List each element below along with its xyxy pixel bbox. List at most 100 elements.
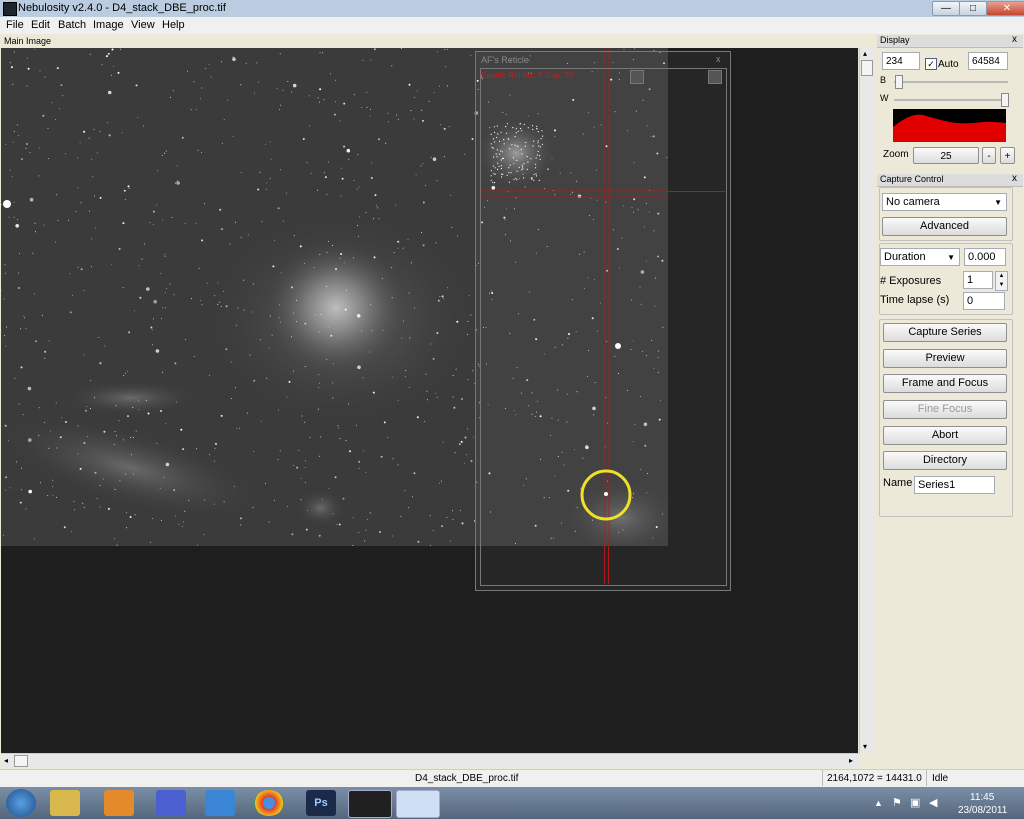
window-taskbar-icon[interactable] — [396, 790, 440, 818]
preview-button[interactable]: Preview — [883, 349, 1007, 368]
star — [253, 451, 255, 452]
star — [381, 278, 383, 280]
auto-checkbox[interactable]: ✓ — [925, 58, 937, 70]
frame-and-focus-button[interactable]: Frame and Focus — [883, 374, 1007, 393]
star — [38, 147, 40, 149]
star — [279, 169, 281, 171]
star — [455, 368, 457, 370]
star — [271, 334, 273, 336]
star — [20, 158, 23, 161]
star — [266, 182, 267, 184]
series-name-field[interactable]: Series1 — [914, 476, 995, 494]
scroll-right-arrow-icon[interactable]: ▸ — [849, 756, 853, 765]
close-window-button[interactable]: ✕ — [986, 1, 1024, 16]
black-slider-thumb[interactable] — [895, 75, 903, 89]
menu-file[interactable]: File — [6, 19, 24, 31]
star — [32, 252, 34, 254]
zoom-in-button[interactable]: + — [1000, 147, 1015, 164]
star — [447, 85, 448, 87]
star — [346, 148, 351, 153]
menu-edit[interactable]: Edit — [31, 19, 50, 31]
clock-date[interactable]: 23/08/2011 — [958, 805, 1007, 816]
star — [173, 294, 175, 296]
app-cube-icon[interactable] — [156, 790, 186, 816]
star — [265, 143, 266, 145]
zoom-out-button[interactable]: - — [982, 147, 996, 164]
star — [25, 508, 27, 510]
duration-select[interactable]: Duration ▼ — [880, 248, 960, 266]
star — [175, 401, 177, 403]
star — [452, 510, 453, 512]
internet-explorer-icon[interactable] — [205, 790, 235, 816]
volume-icon[interactable]: ◀ — [929, 796, 937, 809]
star — [313, 267, 315, 268]
white-slider-thumb[interactable] — [1001, 93, 1009, 107]
star — [466, 333, 468, 335]
star — [332, 245, 334, 247]
tray-expand-icon[interactable]: ▲ — [874, 798, 883, 808]
menu-batch[interactable]: Batch — [58, 19, 86, 31]
directory-button[interactable]: Directory — [883, 451, 1007, 470]
star — [15, 224, 19, 228]
start-orb-icon[interactable] — [6, 789, 36, 817]
flag-icon[interactable]: ⚑ — [892, 796, 902, 809]
star — [417, 540, 420, 543]
capture-series-button[interactable]: Capture Series — [883, 323, 1007, 342]
minimize-button[interactable]: — — [932, 1, 960, 16]
display-close-button[interactable]: x — [1012, 34, 1017, 45]
horizontal-scrollbar[interactable] — [1, 753, 859, 768]
vertical-scrollbar[interactable] — [859, 48, 874, 753]
camera-select[interactable]: No camera ▼ — [882, 193, 1007, 211]
timelapse-field[interactable]: 0 — [963, 292, 1005, 310]
star — [446, 516, 448, 518]
star — [223, 119, 225, 121]
app-icon[interactable] — [3, 2, 17, 16]
scroll-left-arrow-icon[interactable]: ◂ — [4, 756, 8, 765]
star — [180, 428, 183, 431]
star — [213, 503, 215, 505]
maximize-button[interactable]: □ — [959, 1, 987, 16]
clock-time[interactable]: 11:45 — [970, 792, 994, 803]
photoshop-icon[interactable]: Ps — [306, 790, 336, 816]
menu-view[interactable]: View — [131, 19, 155, 31]
reticle-close-button[interactable]: x — [716, 54, 721, 64]
exposures-field[interactable]: 1 — [963, 271, 993, 289]
chrome-icon[interactable] — [254, 790, 284, 816]
horizontal-scroll-thumb[interactable] — [14, 755, 28, 767]
reticle-inc-spinner[interactable] — [630, 70, 644, 84]
media-player-icon[interactable] — [104, 790, 134, 816]
star — [141, 258, 143, 260]
black-slider-track[interactable] — [894, 81, 1008, 83]
status-state: Idle — [932, 773, 949, 784]
menu-help[interactable]: Help — [162, 19, 185, 31]
exposures-spinner[interactable]: ▲ ▼ — [995, 271, 1008, 291]
star — [362, 59, 364, 61]
star — [373, 256, 376, 259]
menu-image[interactable]: Image — [93, 19, 124, 31]
reticle-settings[interactable]: Enable Ret Inc: 9 Gap: 50 — [481, 71, 573, 80]
star — [79, 467, 82, 470]
star — [171, 217, 173, 218]
star — [356, 188, 358, 190]
fine-focus-button[interactable]: Fine Focus — [883, 400, 1007, 419]
capture-close-button[interactable]: x — [1012, 173, 1017, 184]
white-point-field[interactable]: 64584 — [968, 52, 1008, 70]
star — [93, 128, 95, 130]
abort-button[interactable]: Abort — [883, 426, 1007, 445]
scroll-up-arrow-icon[interactable]: ▴ — [863, 49, 867, 58]
explorer-icon[interactable] — [50, 790, 80, 816]
black-point-field[interactable]: 234 — [882, 52, 920, 70]
star — [343, 262, 345, 263]
reticle-gap-spinner[interactable] — [708, 70, 722, 84]
nebulosity-taskbar-icon[interactable] — [348, 790, 392, 818]
star — [239, 427, 241, 429]
white-slider-track[interactable] — [894, 99, 1008, 101]
scroll-down-arrow-icon[interactable]: ▾ — [863, 742, 867, 751]
duration-field[interactable]: 0.000 — [964, 248, 1006, 266]
vertical-scroll-thumb[interactable] — [861, 60, 873, 76]
zoom-value-button[interactable]: 25 — [913, 147, 979, 164]
advanced-button[interactable]: Advanced — [882, 217, 1007, 236]
network-icon[interactable]: ▣ — [910, 796, 920, 809]
star — [373, 48, 376, 51]
star — [208, 374, 210, 376]
